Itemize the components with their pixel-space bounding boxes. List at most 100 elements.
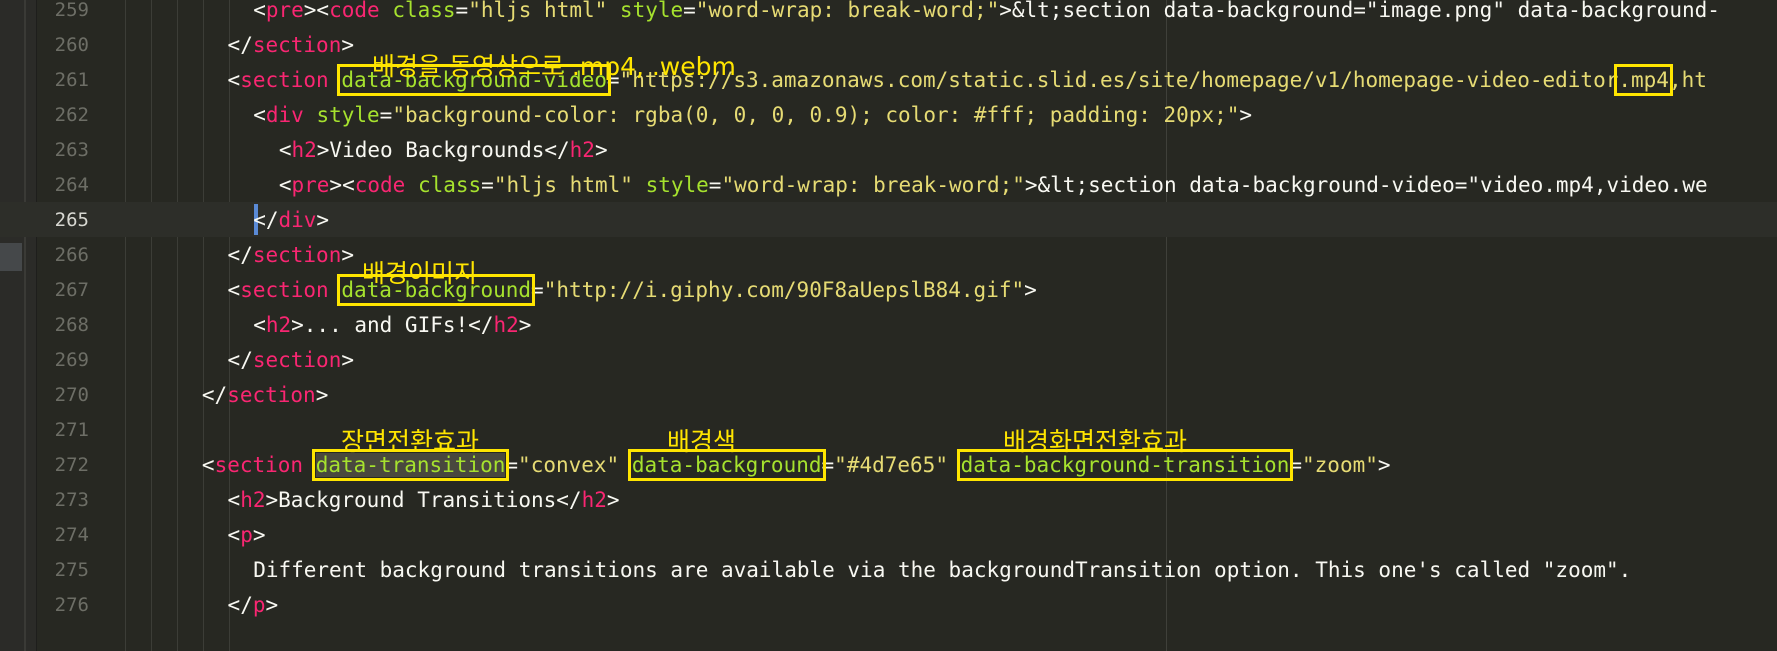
code-token: > bbox=[606, 488, 620, 512]
code-token: < bbox=[278, 138, 292, 162]
code-token: </ bbox=[253, 208, 279, 232]
code-token: div bbox=[278, 208, 317, 232]
code-token: section bbox=[214, 453, 304, 477]
code-token: > bbox=[594, 138, 608, 162]
code-token: = bbox=[455, 0, 469, 22]
code-text[interactable]: <h2>Video Backgrounds</h2> bbox=[279, 138, 608, 162]
line-number: 261 bbox=[54, 69, 89, 91]
code-token: >Video Backgrounds</ bbox=[316, 138, 570, 162]
code-text[interactable]: </section> bbox=[228, 348, 354, 372]
line-number: 262 bbox=[54, 104, 89, 126]
code-line[interactable]: 268 <h2>... and GIFs!</h2> bbox=[0, 307, 1777, 342]
code-line[interactable]: 267 <section data-background="http://i.gi… bbox=[0, 272, 1777, 307]
code-token: < bbox=[253, 313, 266, 337]
code-token: "https://s3.amazonaws.com/static.slid.es… bbox=[619, 68, 1619, 92]
code-token: > bbox=[265, 593, 279, 617]
code-token: < bbox=[278, 173, 292, 197]
code-line[interactable]: 265 </div> bbox=[0, 202, 1777, 237]
code-token: section bbox=[240, 278, 329, 302]
code-token: class bbox=[417, 173, 482, 197]
code-line[interactable]: 272 <section data-transition="convex" dat… bbox=[0, 447, 1777, 482]
code-token: </ bbox=[227, 243, 253, 267]
line-number: 275 bbox=[54, 559, 89, 581]
line-number: 274 bbox=[54, 524, 89, 546]
code-token: < bbox=[227, 278, 241, 302]
code-text[interactable]: <h2>... and GIFs!</h2> bbox=[253, 313, 531, 337]
code-line[interactable]: 261 <section data-background-video="https… bbox=[0, 62, 1777, 97]
code-token: = bbox=[481, 173, 494, 197]
code-token: "hljs html" bbox=[493, 173, 633, 197]
code-line[interactable]: 260 </section> bbox=[0, 27, 1777, 62]
code-token: </ bbox=[227, 593, 253, 617]
code-line[interactable]: 276 </p> bbox=[0, 587, 1777, 622]
code-token: >Background Transitions</ bbox=[265, 488, 582, 512]
code-token: style bbox=[645, 173, 709, 197]
code-token: > bbox=[1024, 278, 1037, 302]
code-token: = bbox=[708, 173, 722, 197]
code-text[interactable]: </section> bbox=[228, 33, 354, 57]
code-token: >< bbox=[303, 0, 330, 22]
code-token: style bbox=[316, 103, 380, 127]
code-text[interactable]: <pre><code class="hljs html" style="word… bbox=[253, 0, 1720, 22]
code-token: > bbox=[341, 348, 355, 372]
code-text[interactable]: <div style="background-color: rgba(0, 0,… bbox=[253, 103, 1252, 127]
annotation-background-transition: 배경화면전환효과 bbox=[1003, 427, 1188, 456]
code-token: > bbox=[1377, 453, 1391, 477]
code-line[interactable]: 264 <pre><code class="hljs html" style="w… bbox=[0, 167, 1777, 202]
code-lines[interactable]: 259 <pre><code class="hljs html" style="w… bbox=[0, 0, 1777, 622]
code-token: = bbox=[505, 453, 519, 477]
code-token: section bbox=[252, 33, 342, 57]
code-line[interactable]: 273 <h2>Background Transitions</h2> bbox=[0, 482, 1777, 517]
code-token: style bbox=[619, 0, 684, 22]
code-line[interactable]: 263 <h2>Video Backgrounds</h2> bbox=[0, 132, 1777, 167]
code-token: section bbox=[227, 383, 316, 407]
code-token: "http://i.giphy.com/90F8aUepslB84.gif" bbox=[543, 278, 1025, 302]
line-number: 269 bbox=[54, 349, 89, 371]
code-line[interactable]: 271 bbox=[0, 412, 1777, 447]
code-token: < bbox=[227, 488, 241, 512]
code-text[interactable]: <section data-background="http://i.giphy… bbox=[227, 274, 1037, 306]
code-token: > bbox=[316, 208, 330, 232]
code-token: h2 bbox=[265, 313, 292, 337]
code-text[interactable]: </section> bbox=[228, 243, 354, 267]
code-token: "hljs html" bbox=[468, 0, 608, 22]
code-token: Different background transitions are ava… bbox=[253, 558, 1632, 582]
code-text[interactable]: </p> bbox=[228, 593, 279, 617]
code-token: "background-color: rgba(0, 0, 0, 0.9); c… bbox=[392, 103, 1240, 127]
line-number: 263 bbox=[54, 139, 89, 161]
code-text[interactable]: <p> bbox=[228, 523, 266, 547]
code-line[interactable]: 269 </section> bbox=[0, 342, 1777, 377]
code-token: ,ht bbox=[1668, 68, 1707, 92]
code-text[interactable]: <h2>Background Transitions</h2> bbox=[228, 488, 620, 512]
code-text[interactable]: Different background transitions are ava… bbox=[253, 558, 1631, 582]
code-token: < bbox=[201, 453, 215, 477]
code-token: = bbox=[683, 0, 696, 22]
code-line[interactable]: 262 <div style="background-color: rgba(0,… bbox=[0, 97, 1777, 132]
code-token: > bbox=[1239, 103, 1253, 127]
code-line[interactable]: 266 </section> bbox=[0, 237, 1777, 272]
code-token: < bbox=[253, 103, 266, 127]
line-number: 266 bbox=[54, 244, 89, 266]
code-line[interactable]: 275 Different background transitions are … bbox=[0, 552, 1777, 587]
code-text[interactable]: </div> bbox=[253, 208, 329, 232]
code-text[interactable]: </section> bbox=[202, 383, 328, 407]
code-line[interactable]: 274 <p> bbox=[0, 517, 1777, 552]
code-line[interactable]: 270 </section> bbox=[0, 377, 1777, 412]
line-number: 272 bbox=[54, 454, 89, 476]
code-editor[interactable]: 259 <pre><code class="hljs html" style="w… bbox=[0, 0, 1777, 651]
code-token: class bbox=[392, 0, 456, 22]
code-token: </ bbox=[227, 348, 253, 372]
code-token: >< bbox=[329, 173, 355, 197]
annotation-transition: 장면전환효과 bbox=[341, 427, 480, 456]
code-token: > bbox=[341, 33, 355, 57]
code-text[interactable]: <pre><code class="hljs html" style="word… bbox=[279, 173, 1708, 197]
code-token: h2 bbox=[493, 313, 519, 337]
code-line[interactable]: 259 <pre><code class="hljs html" style="w… bbox=[0, 0, 1777, 27]
code-token: pre bbox=[265, 0, 304, 22]
code-token: > bbox=[518, 313, 532, 337]
